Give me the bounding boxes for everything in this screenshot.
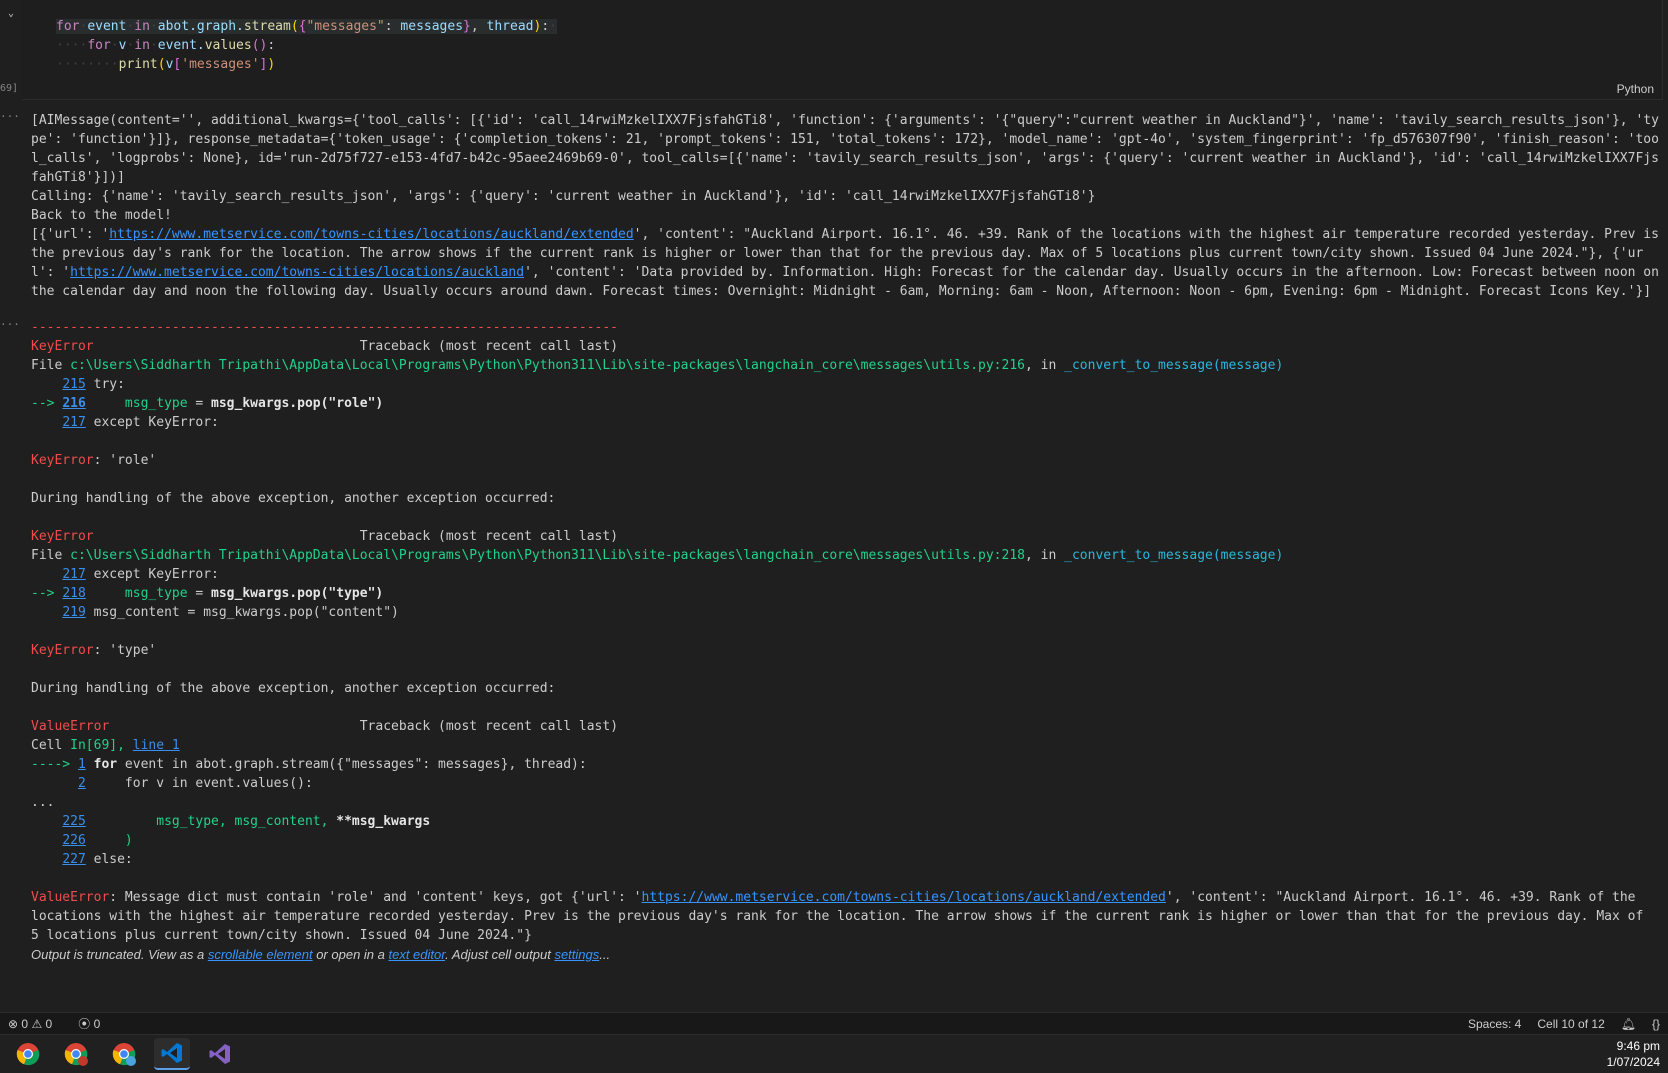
line-number-link[interactable]: 217 xyxy=(62,415,85,430)
error-name: KeyError xyxy=(31,453,94,468)
back-to-model-output: Back to the model! xyxy=(31,208,172,223)
truncated-notice: Output is truncated. View as a scrollabl… xyxy=(31,947,611,962)
during-handling-text: During handling of the above exception, … xyxy=(31,681,556,696)
ports-indicator[interactable]: ⦿ 0 xyxy=(70,1013,108,1035)
calling-output: Calling: {'name': 'tavily_search_results… xyxy=(31,189,1096,204)
error-name: ValueError xyxy=(31,719,110,734)
clock-date: 1/07/2024 xyxy=(1606,1055,1660,1069)
cell-position-indicator[interactable]: Cell 10 of 12 xyxy=(1529,1013,1612,1035)
traceback-code: except KeyError: xyxy=(85,415,219,430)
problems-indicator[interactable]: ⊗ 0 ⚠ 0 xyxy=(0,1013,60,1035)
warning-icon: ⚠ xyxy=(31,1017,43,1031)
traceback-code: for v in event.values(): xyxy=(85,776,313,791)
traceback-code: try: xyxy=(85,377,125,392)
traceback-code: except KeyError: xyxy=(85,567,219,582)
braces-icon[interactable]: {} xyxy=(1644,1013,1668,1035)
notifications-bell-icon[interactable]: 🔔︎ xyxy=(1613,1013,1644,1035)
separator: ----------------------------------------… xyxy=(31,320,618,335)
code-line-2: ····for·v·in·event.values(): xyxy=(56,38,276,53)
final-error-url[interactable]: https://www.metservice.com/towns-cities/… xyxy=(642,890,1166,905)
line-number-link[interactable]: 217 xyxy=(62,567,85,582)
error-message: : 'type' xyxy=(93,643,157,658)
line-number-link[interactable]: 216 xyxy=(62,396,85,411)
chrome-icon[interactable] xyxy=(10,1038,46,1070)
clock-time: 9:46 pm xyxy=(1616,1039,1660,1053)
ellipsis: ... xyxy=(31,795,55,810)
error-name: KeyError xyxy=(31,529,94,544)
cell-language-picker[interactable]: Python xyxy=(1617,82,1654,96)
traceback-code: msg_content = msg_kwargs.pop("content") xyxy=(85,605,399,620)
line-number-link[interactable]: 218 xyxy=(62,586,85,601)
cell-label: Cell xyxy=(31,738,71,753)
aimessage-output: [AIMessage(content='', additional_kwargs… xyxy=(31,113,1659,185)
traceback-header: Traceback (most recent call last) xyxy=(359,529,619,544)
cell-line-link[interactable]: line 1 xyxy=(133,738,180,753)
vscode-icon[interactable] xyxy=(154,1038,190,1070)
during-handling-text: During handling of the above exception, … xyxy=(31,491,556,506)
function-name: _convert_to_message(message) xyxy=(1064,548,1284,563)
settings-link[interactable]: settings xyxy=(554,947,599,962)
error-icon: ⊗ xyxy=(8,1017,19,1031)
line-number-link[interactable]: 226 xyxy=(62,833,85,848)
file-path-link[interactable]: c:\Users\Siddharth Tripathi\AppData\Loca… xyxy=(70,548,1025,563)
line-number-link[interactable]: 219 xyxy=(62,605,85,620)
scrollable-element-link[interactable]: scrollable element xyxy=(208,947,313,962)
error-message: : 'role' xyxy=(93,453,157,468)
line-number-link[interactable]: 2 xyxy=(78,776,86,791)
traceback-header: Traceback (most recent call last) xyxy=(359,719,619,734)
chrome-profile-icon[interactable] xyxy=(58,1038,94,1070)
cell-collapse-chevron-icon[interactable]: ⌄ xyxy=(8,8,14,19)
error-name: KeyError xyxy=(31,643,94,658)
execution-count: 69] xyxy=(0,83,19,94)
code-line-3: ········print(v['messages']) xyxy=(56,57,276,72)
output-menu-icon[interactable]: ··· xyxy=(0,110,20,123)
windows-taskbar: 9:46 pm 1/07/2024 xyxy=(0,1034,1668,1073)
code-editor[interactable]: for·event·in·abot.graph.stream({"message… xyxy=(56,17,557,74)
result-url-auckland[interactable]: https://www.metservice.com/towns-cities/… xyxy=(70,265,524,280)
system-clock[interactable]: 9:46 pm 1/07/2024 xyxy=(1607,1038,1660,1070)
line-number-link[interactable]: 227 xyxy=(62,852,85,867)
result-url-extended[interactable]: https://www.metservice.com/towns-cities/… xyxy=(109,227,633,242)
indentation-indicator[interactable]: Spaces: 4 xyxy=(1460,1013,1529,1035)
line-number-link[interactable]: 215 xyxy=(62,377,85,392)
line-number-link[interactable]: 225 xyxy=(62,814,85,829)
function-name: _convert_to_message(message) xyxy=(1064,358,1284,373)
file-label: File xyxy=(31,358,71,373)
error-name: KeyError xyxy=(31,339,94,354)
error-name: ValueError xyxy=(31,890,110,905)
final-error-message: : Message dict must contain 'role' and '… xyxy=(109,890,642,905)
traceback-code: else: xyxy=(85,852,133,867)
code-line-1: for·event·in·abot.graph.stream({"message… xyxy=(56,19,557,34)
visual-studio-icon[interactable] xyxy=(202,1038,238,1070)
result-prefix: [{'url': ' xyxy=(31,227,110,242)
file-path-link[interactable]: c:\Users\Siddharth Tripathi\AppData\Loca… xyxy=(70,358,1025,373)
cell-output-stdout: [AIMessage(content='', additional_kwargs… xyxy=(31,111,1661,301)
text-editor-link[interactable]: text editor xyxy=(388,947,445,962)
in-label: , in xyxy=(1025,358,1065,373)
cell-ref: In[69], xyxy=(70,738,133,753)
cell-output-error: ----------------------------------------… xyxy=(31,320,1652,962)
status-bar: ⊗ 0 ⚠ 0 ⦿ 0 Spaces: 4 Cell 10 of 12 🔔︎ {… xyxy=(0,1012,1668,1035)
broadcast-icon: ⦿ xyxy=(78,1017,91,1031)
line-number-link[interactable]: 1 xyxy=(78,757,86,772)
error-output-menu-icon[interactable]: ··· xyxy=(0,318,20,331)
chrome-profile-2-icon[interactable] xyxy=(106,1038,142,1070)
traceback-header: Traceback (most recent call last) xyxy=(359,339,619,354)
code-cell[interactable]: for·event·in·abot.graph.stream({"message… xyxy=(22,0,1663,100)
